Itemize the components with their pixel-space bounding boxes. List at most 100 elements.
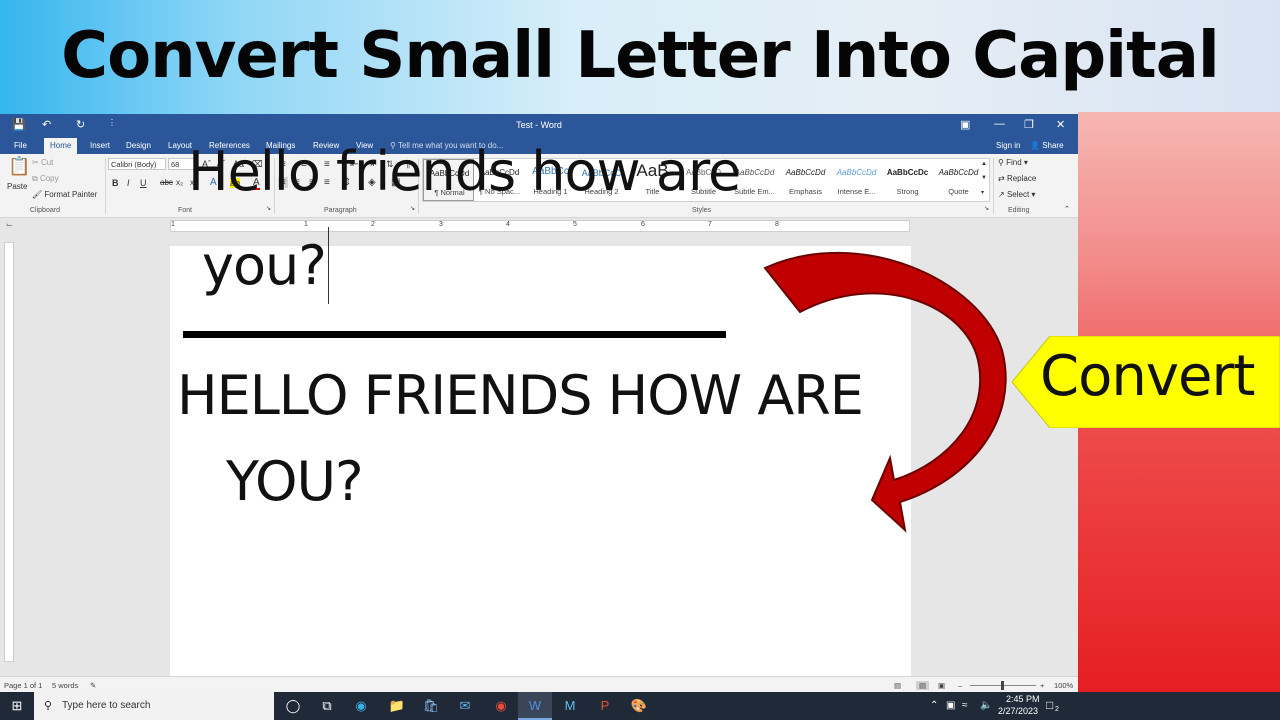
style-preview: AaBbCcDd bbox=[938, 168, 979, 177]
network-icon[interactable]: ▣ bbox=[946, 700, 955, 711]
cortana-icon: ◯ bbox=[285, 698, 301, 713]
select-button[interactable]: ↗ Select ▾ bbox=[998, 190, 1035, 199]
show-hidden-icons-icon[interactable]: ⌃ bbox=[930, 700, 938, 711]
style-intense-emphasis[interactable]: AaBbCcDd Intense E... bbox=[831, 159, 882, 201]
task-view-icon: ⧉ bbox=[322, 698, 332, 713]
print-layout-icon[interactable]: ▤ bbox=[916, 681, 930, 690]
style-name: Quote bbox=[948, 187, 969, 196]
start-button[interactable]: ⊞ bbox=[0, 692, 34, 720]
tab-design[interactable]: Design bbox=[126, 141, 151, 150]
replace-icon: ⇄ bbox=[998, 174, 1005, 183]
styles-group-label: Styles bbox=[692, 207, 712, 214]
search-placeholder: Type here to search bbox=[62, 700, 151, 711]
styles-scroll-up-icon[interactable]: ▲ bbox=[981, 161, 987, 167]
app-button[interactable]: M bbox=[553, 692, 587, 720]
paragraph-dialog-launcher-icon[interactable]: ↘ bbox=[410, 205, 415, 212]
subscript-icon[interactable]: x₂ bbox=[176, 178, 183, 187]
zoom-slider-thumb[interactable] bbox=[1001, 681, 1004, 690]
font-dialog-launcher-icon[interactable]: ↘ bbox=[266, 205, 271, 212]
tab-selector-icon[interactable]: ⌙ bbox=[6, 220, 13, 229]
collapse-ribbon-icon[interactable]: ⌃ bbox=[1064, 205, 1070, 213]
style-name: Intense E... bbox=[837, 187, 876, 196]
vertical-ruler bbox=[4, 242, 14, 662]
minimize-icon[interactable]: — bbox=[994, 118, 1005, 130]
volume-icon[interactable]: 🔈 bbox=[980, 700, 992, 711]
task-view-button[interactable]: ⧉ bbox=[310, 692, 344, 720]
paint-icon: 🎨 bbox=[630, 698, 648, 713]
sign-in-link[interactable]: Sign in bbox=[996, 141, 1020, 150]
clock-date[interactable]: 2/27/2023 bbox=[998, 706, 1038, 716]
font-name-combo[interactable]: Calibri (Body) bbox=[108, 158, 166, 170]
format-painter-button[interactable]: 🖌 Format Painter bbox=[32, 190, 97, 199]
word-taskbar-button[interactable]: W bbox=[518, 692, 552, 720]
chrome-button[interactable]: ◉ bbox=[484, 692, 518, 720]
zoom-in-icon[interactable]: + bbox=[1040, 681, 1044, 690]
format-painter-label: Format Painter bbox=[44, 190, 98, 199]
ribbon-display-icon[interactable]: ▣ bbox=[960, 118, 970, 131]
copy-label: Copy bbox=[39, 174, 59, 183]
store-icon: 🛍 bbox=[422, 698, 440, 713]
close-icon[interactable]: ✕ bbox=[1056, 118, 1065, 131]
ruler-number: 7 bbox=[708, 221, 712, 228]
separator bbox=[105, 158, 106, 214]
paragraph-group-label: Paragraph bbox=[324, 207, 357, 214]
powerpoint-icon: P bbox=[600, 698, 610, 713]
find-icon: ⚲ bbox=[998, 158, 1004, 167]
share-button[interactable]: 👤 Share bbox=[1030, 141, 1064, 150]
restore-icon[interactable]: ❐ bbox=[1024, 118, 1034, 131]
italic-icon[interactable]: I bbox=[127, 178, 130, 188]
paste-icon[interactable]: 📋 bbox=[8, 156, 30, 177]
underline-icon[interactable]: U bbox=[140, 178, 147, 188]
ruler-number: 4 bbox=[506, 221, 510, 228]
copy-button[interactable]: ⧉ Copy bbox=[32, 174, 59, 184]
replace-label: Replace bbox=[1006, 174, 1037, 183]
wifi-icon[interactable]: ≈ bbox=[962, 700, 968, 711]
store-button[interactable]: 🛍 bbox=[414, 692, 448, 720]
ruler-number: 6 bbox=[641, 221, 645, 228]
style-strong[interactable]: AaBbCcDc Strong bbox=[882, 159, 933, 201]
windows-icon: ⊞ bbox=[11, 698, 23, 713]
document-line-1[interactable]: Hello friends how are bbox=[188, 140, 741, 203]
strikethrough-icon[interactable]: abc bbox=[160, 178, 173, 187]
ruler-number: 1 bbox=[304, 221, 308, 228]
tab-home[interactable]: Home bbox=[44, 138, 78, 154]
select-label: Select bbox=[1006, 190, 1030, 199]
style-emphasis[interactable]: AaBbCcDd Emphasis bbox=[780, 159, 831, 201]
page-count[interactable]: Page 1 of 1 bbox=[4, 681, 42, 690]
styles-more-icon[interactable]: ▾ bbox=[981, 189, 984, 196]
style-preview: AaBbCcDd bbox=[836, 168, 877, 177]
styles-scroll-down-icon[interactable]: ▼ bbox=[981, 175, 987, 181]
powerpoint-button[interactable]: P bbox=[588, 692, 622, 720]
style-quote[interactable]: AaBbCcDd Quote bbox=[933, 159, 984, 201]
ruler-number: 1 bbox=[171, 221, 175, 228]
taskbar-search[interactable]: ⚲ Type here to search bbox=[34, 692, 274, 720]
web-layout-icon[interactable]: ▣ bbox=[938, 681, 945, 690]
styles-dialog-launcher-icon[interactable]: ↘ bbox=[984, 205, 989, 212]
tab-file[interactable]: File bbox=[14, 141, 27, 150]
zoom-out-icon[interactable]: – bbox=[958, 681, 962, 690]
clock-time[interactable]: 2:45 PM bbox=[1006, 694, 1040, 704]
curved-arrow-icon bbox=[763, 251, 1007, 533]
proofing-icon[interactable]: ✎ bbox=[90, 681, 96, 690]
mail-button[interactable]: ✉ bbox=[448, 692, 482, 720]
find-button[interactable]: ⚲ Find ▾ bbox=[998, 158, 1028, 167]
document-line-2[interactable]: you? bbox=[202, 234, 327, 297]
document-line-4[interactable]: YOU? bbox=[226, 450, 364, 513]
tab-insert[interactable]: Insert bbox=[90, 141, 110, 150]
clipboard-group-label: Clipboard bbox=[30, 207, 60, 214]
focus-icon[interactable]: ▤ bbox=[894, 681, 901, 690]
notification-icon[interactable]: □ bbox=[1046, 698, 1053, 712]
zoom-level[interactable]: 100% bbox=[1054, 681, 1073, 690]
word-count[interactable]: 5 words bbox=[52, 681, 78, 690]
edge-button[interactable]: ◉ bbox=[344, 692, 378, 720]
find-label: Find bbox=[1006, 158, 1022, 167]
cortana-button[interactable]: ◯ bbox=[276, 692, 310, 720]
bold-icon[interactable]: B bbox=[112, 178, 119, 188]
ruler-number: 5 bbox=[573, 221, 577, 228]
horizontal-ruler: 1 1 2 3 4 5 6 7 8 bbox=[170, 220, 910, 232]
file-explorer-button[interactable]: 📁 bbox=[380, 692, 414, 720]
replace-button[interactable]: ⇄ Replace bbox=[998, 174, 1036, 183]
paste-button[interactable]: Paste bbox=[7, 182, 27, 191]
cut-button[interactable]: ✂ Cut bbox=[32, 158, 53, 167]
paint-button[interactable]: 🎨 bbox=[622, 692, 656, 720]
